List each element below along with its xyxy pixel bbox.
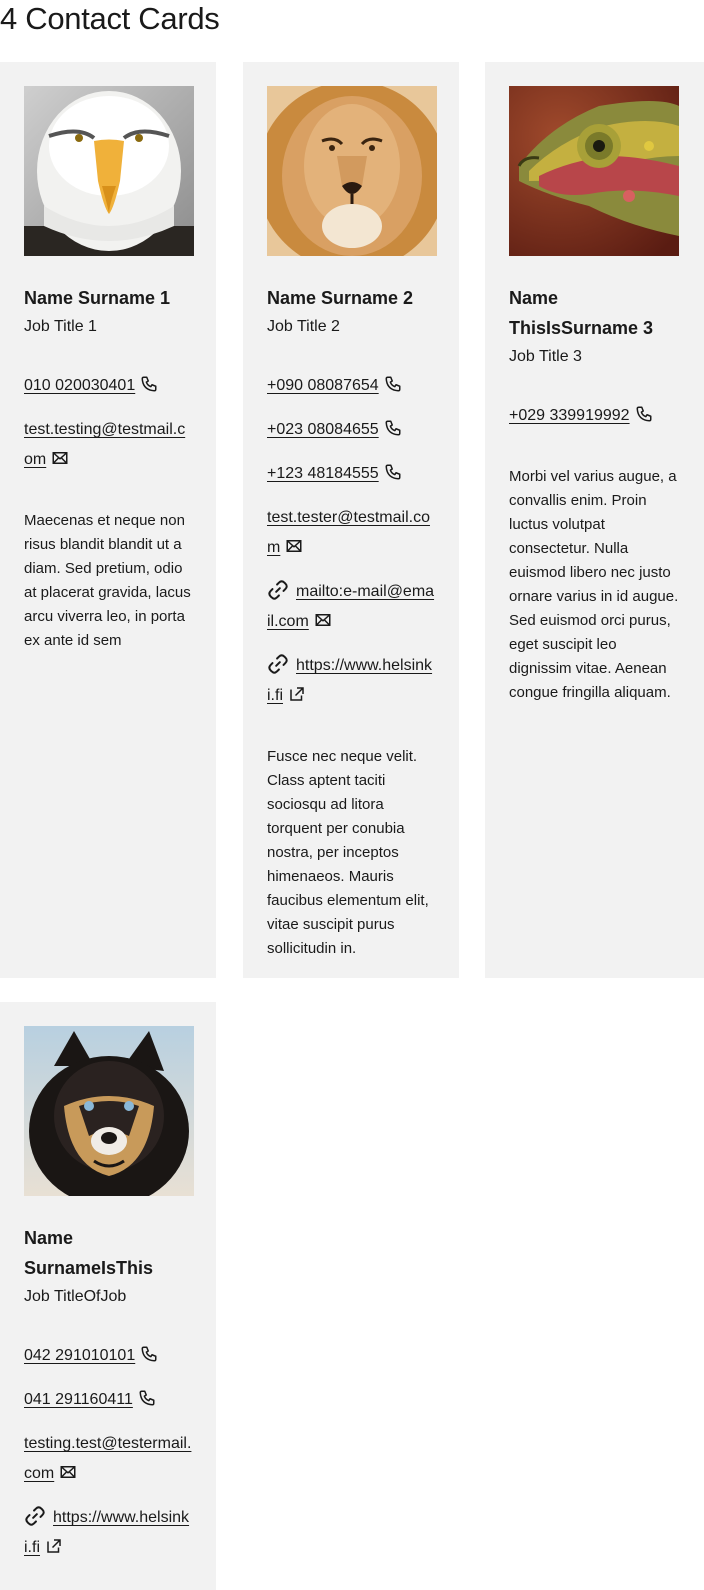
email-link[interactable]: testing.test@testermail.com <box>24 1429 192 1489</box>
phone-icon <box>139 1390 155 1406</box>
phone-icon <box>141 1346 157 1362</box>
phone-link[interactable]: 041 291160411 <box>24 1385 192 1415</box>
contact-name: Name Surname 1 <box>24 288 171 308</box>
page-title: 4 Contact Cards <box>0 1 220 36</box>
phone-icon <box>385 420 401 436</box>
contact-card-4: Name SurnameIsThis Job TitleOfJob 042 29… <box>0 1002 216 1590</box>
phone-icon <box>141 376 157 392</box>
contact-description: Maecenas et neque non risus blandit blan… <box>24 512 191 649</box>
phone-link[interactable]: +023 08084655 <box>267 415 435 445</box>
contact-description: Morbi vel varius augue, a convallis enim… <box>509 468 679 701</box>
email-link[interactable]: test.tester@testmail.com <box>267 503 435 563</box>
phone-icon <box>636 406 652 422</box>
envelope-icon <box>286 540 302 552</box>
external-link-icon <box>290 687 304 701</box>
contact-name: Name ThisIsSurname 3 <box>509 288 654 338</box>
link-icon <box>25 1506 45 1526</box>
job-title: Job TitleOfJob <box>24 1288 127 1305</box>
chameleon-photo <box>509 86 679 256</box>
envelope-icon <box>52 452 68 464</box>
contact-name: Name SurnameIsThis <box>24 1228 154 1278</box>
eagle-photo <box>24 86 194 256</box>
job-title: Job Title 2 <box>267 318 340 335</box>
external-link-icon <box>47 1539 61 1553</box>
contact-description: Fusce nec neque velit. Class aptent taci… <box>267 748 429 957</box>
link-icon <box>268 580 288 600</box>
job-title: Job Title 1 <box>24 318 97 335</box>
phone-icon <box>385 376 401 392</box>
phone-link[interactable]: +090 08087654 <box>267 371 435 401</box>
phone-link[interactable]: 010 020030401 <box>24 371 192 401</box>
website-link[interactable]: https://www.helsinki.fi <box>24 1503 192 1563</box>
email-link[interactable]: test.testing@testmail.com <box>24 415 192 475</box>
mailto-link[interactable]: mailto:e-mail@email.com <box>267 577 435 637</box>
contact-card-1: Name Surname 1 Job Title 1 010 020030401… <box>0 62 216 978</box>
envelope-icon <box>315 614 331 626</box>
phone-link[interactable]: 042 291010101 <box>24 1341 192 1371</box>
phone-icon <box>385 464 401 480</box>
link-icon <box>268 654 288 674</box>
contact-card-3: Name ThisIsSurname 3 Job Title 3 +029 33… <box>485 62 704 978</box>
contact-card-2: Name Surname 2 Job Title 2 +090 08087654… <box>243 62 459 978</box>
job-title: Job Title 3 <box>509 348 582 365</box>
phone-link[interactable]: +029 339919992 <box>509 401 680 431</box>
envelope-icon <box>60 1466 76 1478</box>
husky-photo <box>24 1026 194 1196</box>
website-link[interactable]: https://www.helsinki.fi <box>267 651 435 711</box>
lion-photo <box>267 86 437 256</box>
contact-name: Name Surname 2 <box>267 288 414 308</box>
phone-link[interactable]: +123 48184555 <box>267 459 435 489</box>
